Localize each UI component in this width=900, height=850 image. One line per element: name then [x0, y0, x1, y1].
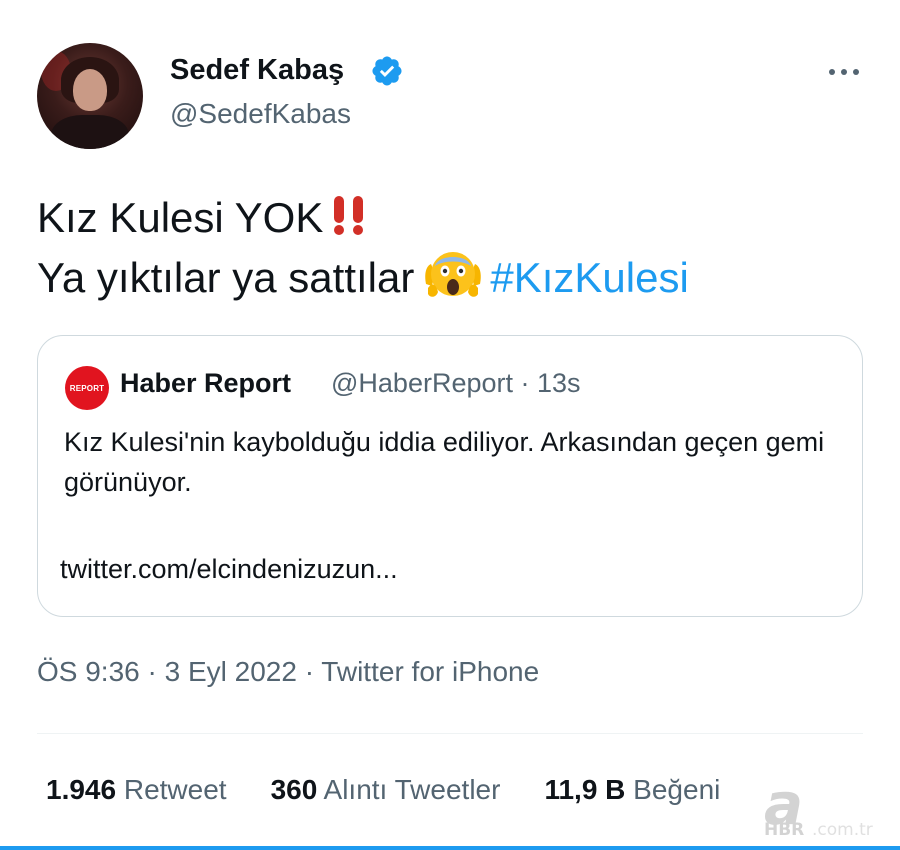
retweet-count: 1.946 — [46, 774, 117, 805]
quoted-tweet-card[interactable]: REPORT Haber Report @HaberReport · 13s K… — [37, 335, 863, 617]
author-display-name[interactable]: Sedef Kabaş — [170, 54, 344, 87]
tweet-text: Kız Kulesi YOK Ya yıktılar ya sattılar #… — [37, 188, 689, 308]
tweet-timestamp-source[interactable]: ÖS 9:36 · 3 Eyl 2022 · Twitter for iPhon… — [37, 656, 539, 688]
watermark-suffix: .com.tr — [812, 820, 873, 840]
avatar-body — [51, 115, 129, 149]
quote-text: Kız Kulesi'nin kaybolduğu iddia ediliyor… — [64, 427, 825, 497]
likes-label: Beğeni — [633, 774, 721, 805]
divider — [37, 733, 863, 734]
avatar-face — [73, 69, 107, 111]
engagement-stats: 1.946 Retweet 360 Alıntı Tweetler 11,9 B… — [46, 774, 764, 806]
site-watermark: a HBR .com.tr — [760, 770, 895, 840]
quote-link[interactable]: twitter.com/elcindenizuzun... — [60, 554, 398, 585]
tweet-line-1: Kız Kulesi YOK — [37, 188, 689, 248]
quote-handle-time: @HaberReport · 13s — [331, 368, 581, 398]
watermark-brand: HBR — [764, 820, 805, 840]
more-options-icon[interactable] — [826, 60, 862, 84]
retweet-label: Retweet — [123, 774, 227, 805]
bottom-accent-bar — [0, 846, 900, 850]
quote-tweets-stat[interactable]: 360 Alıntı Tweetler — [271, 774, 501, 806]
quote-author-name[interactable]: Haber Report — [120, 368, 291, 399]
tweet-line-2-text: Ya yıktılar ya sattılar — [37, 254, 415, 301]
double-exclamation-icon — [334, 196, 364, 235]
retweet-stat[interactable]: 1.946 Retweet — [46, 774, 227, 806]
verified-badge-icon — [372, 56, 402, 86]
likes-count: 11,9 B — [544, 774, 626, 805]
author-handle[interactable]: @SedefKabas — [170, 98, 351, 130]
tweet-line-2: Ya yıktılar ya sattılar #KızKulesi — [37, 248, 689, 308]
screaming-face-icon — [425, 252, 482, 297]
quote-avatar[interactable]: REPORT — [65, 366, 109, 410]
likes-stat[interactable]: 11,9 B Beğeni — [544, 774, 720, 806]
tweet-line-1-text: Kız Kulesi YOK — [37, 194, 324, 241]
quote-tweets-label: Alıntı Tweetler — [323, 774, 501, 805]
quote-tweets-count: 360 — [270, 774, 318, 805]
author-avatar[interactable] — [37, 43, 143, 149]
hashtag-link[interactable]: #KızKulesi — [490, 254, 688, 301]
